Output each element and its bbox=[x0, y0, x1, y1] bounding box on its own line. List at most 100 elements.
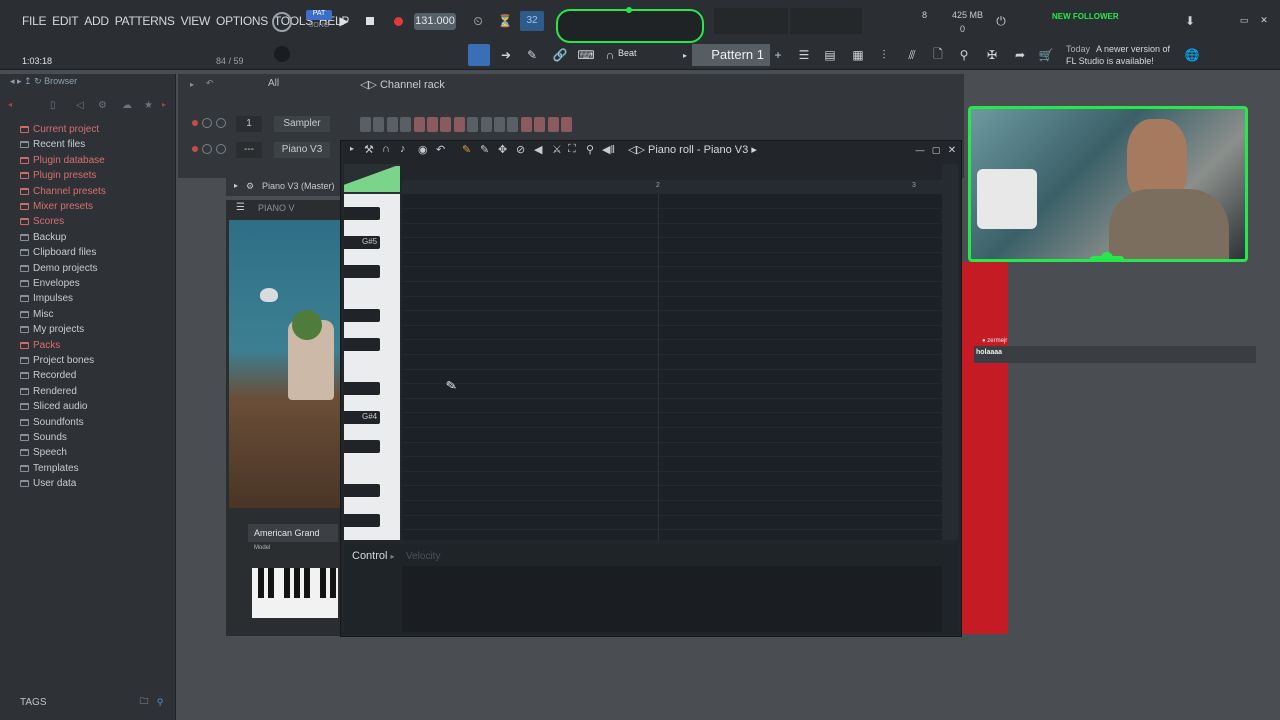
browser-item[interactable]: Rendered bbox=[20, 386, 77, 397]
channel1-name-button[interactable]: Sampler bbox=[274, 116, 330, 132]
browser-item[interactable]: Envelopes bbox=[20, 278, 80, 289]
master-volume-knob[interactable] bbox=[272, 12, 292, 32]
browser-item[interactable]: Impulses bbox=[20, 293, 73, 304]
channel2-pan-knob[interactable] bbox=[202, 144, 212, 154]
preset-selector[interactable]: American Grand bbox=[248, 524, 338, 542]
arrow-left-icon[interactable]: ◂ bbox=[8, 100, 12, 109]
stop-button[interactable] bbox=[362, 12, 378, 30]
news-line2[interactable]: FL Studio is available! bbox=[1066, 56, 1154, 66]
typing-keyboard-button[interactable]: ⌨ bbox=[577, 46, 594, 64]
browser-item[interactable]: Misc bbox=[20, 309, 54, 320]
shop-button[interactable]: 🛒 bbox=[1038, 46, 1054, 64]
menu-file[interactable]: FILE bbox=[22, 14, 46, 28]
copy-icon[interactable]: ▯ bbox=[50, 100, 56, 111]
pr-maximize-button[interactable]: ▢ bbox=[930, 144, 942, 156]
web-button[interactable]: 🌐 bbox=[1184, 46, 1200, 64]
tempo-display[interactable]: 131.000 bbox=[414, 13, 456, 30]
rack-undo-icon[interactable]: ↶ bbox=[206, 78, 214, 89]
tags-search-button[interactable]: ⚲ bbox=[154, 696, 166, 708]
black-key[interactable] bbox=[344, 382, 380, 395]
browser-item[interactable]: Channel presets bbox=[20, 186, 106, 197]
timeline-ruler[interactable]: 2 3 bbox=[402, 180, 942, 194]
channel1-mixer-track[interactable]: 1 bbox=[236, 116, 262, 132]
volume-icon[interactable]: ◁ bbox=[76, 100, 84, 111]
touch-controller-button[interactable]: ✠ bbox=[984, 46, 1000, 64]
browser-item[interactable]: Recent files bbox=[20, 139, 85, 150]
menu-options[interactable]: OPTIONS bbox=[216, 14, 268, 28]
pr-record-icon[interactable]: ◉ bbox=[418, 143, 428, 156]
browser-item[interactable]: Current project bbox=[20, 124, 99, 135]
pr-zoom-icon[interactable]: ⚲ bbox=[586, 143, 594, 156]
pat-mode-button[interactable]: PAT bbox=[306, 10, 332, 20]
tags-folder-button[interactable]: 🗀 bbox=[138, 696, 150, 708]
channel1-mute-led[interactable] bbox=[192, 120, 198, 126]
pr-select-icon[interactable]: ✥ bbox=[498, 143, 507, 156]
pr-play-icon[interactable]: ◀‖ bbox=[602, 143, 615, 156]
browser-item[interactable]: Speech bbox=[20, 447, 67, 458]
browser-item[interactable]: Soundfonts bbox=[20, 417, 84, 428]
add-pattern-button[interactable]: + bbox=[772, 48, 784, 62]
browser-item[interactable]: Scores bbox=[20, 216, 64, 227]
black-key[interactable] bbox=[344, 514, 380, 527]
black-key[interactable] bbox=[344, 440, 380, 453]
menu-view[interactable]: VIEW bbox=[181, 14, 211, 28]
song-mode-button[interactable]: SONG bbox=[306, 22, 332, 32]
pr-magnet-icon[interactable]: ∩ bbox=[382, 143, 390, 155]
play-button[interactable]: ▶ bbox=[336, 12, 352, 30]
step-button[interactable] bbox=[534, 117, 546, 132]
black-key-gs4[interactable]: G#4 bbox=[344, 411, 380, 424]
channel2-vol-knob[interactable] bbox=[216, 144, 226, 154]
channel2-mute-led[interactable] bbox=[192, 146, 198, 152]
step-button[interactable] bbox=[507, 117, 519, 132]
playlist-snap-button[interactable] bbox=[468, 44, 490, 66]
pr-arrow-icon[interactable]: ▸ bbox=[350, 144, 354, 153]
browser-item[interactable]: Clipboard files bbox=[20, 247, 96, 258]
plugin-picker-button[interactable]: ⚲ bbox=[956, 46, 972, 64]
draw-tool-button[interactable]: ✎ bbox=[524, 46, 540, 64]
rack-filter[interactable]: All bbox=[268, 78, 279, 89]
step-button[interactable] bbox=[427, 117, 438, 132]
pr-undo-icon[interactable]: ↶ bbox=[436, 143, 445, 156]
browser-item[interactable]: Recorded bbox=[20, 370, 76, 381]
black-key-gs5[interactable]: G#5 bbox=[344, 236, 380, 249]
pr-note-icon[interactable]: ♪ bbox=[400, 143, 406, 155]
vertical-scrollbar[interactable] bbox=[942, 164, 958, 540]
online-button[interactable]: ⏻ bbox=[992, 12, 1010, 30]
menu-patterns[interactable]: PATTERNS bbox=[115, 14, 175, 28]
minimize-window-button[interactable]: ▭ bbox=[1238, 14, 1250, 26]
step-button[interactable] bbox=[413, 117, 425, 132]
step-button[interactable] bbox=[520, 117, 532, 132]
browser-item[interactable]: Sounds bbox=[20, 432, 67, 443]
channel-settings-button[interactable]: ⫻ bbox=[904, 46, 920, 64]
playlist-button[interactable]: ☰ bbox=[796, 46, 812, 64]
cloud-icon[interactable]: ☁ bbox=[122, 100, 132, 111]
download-button[interactable]: ⬇ bbox=[1182, 12, 1198, 30]
metronome-button[interactable]: ⏲ bbox=[468, 12, 488, 30]
black-key[interactable] bbox=[344, 309, 380, 322]
plugin-menu-icon[interactable]: ☰ bbox=[236, 202, 245, 213]
step-button[interactable] bbox=[467, 117, 479, 132]
channel2-name-button[interactable]: Piano V3 bbox=[274, 142, 330, 158]
plugin-gear-icon[interactable]: ⚙ bbox=[246, 181, 254, 192]
video-player-button[interactable]: ➦ bbox=[1012, 46, 1028, 64]
browser-button[interactable]: 🗋 bbox=[930, 46, 946, 64]
piano-roll-button[interactable]: ▤ bbox=[822, 46, 838, 64]
rack-arrow-icon[interactable]: ▸ bbox=[190, 80, 194, 89]
pr-close-button[interactable]: ✕ bbox=[946, 144, 958, 156]
step-button[interactable] bbox=[480, 117, 492, 132]
browser-item[interactable]: Backup bbox=[20, 232, 66, 243]
star-icon[interactable]: ★ bbox=[144, 100, 153, 111]
channel1-pan-knob[interactable] bbox=[202, 118, 212, 128]
note-grid[interactable] bbox=[402, 194, 942, 540]
master-pitch-knob[interactable] bbox=[274, 46, 290, 62]
step-button[interactable] bbox=[440, 117, 452, 132]
browser-item[interactable]: Project bones bbox=[20, 355, 94, 366]
link-button[interactable]: 🔗 bbox=[552, 46, 568, 64]
browser-item[interactable]: Sliced audio bbox=[20, 401, 87, 412]
record-button[interactable] bbox=[390, 12, 406, 30]
pattern-selector[interactable]: Pattern 1 bbox=[692, 44, 770, 66]
browser-item[interactable]: Demo projects bbox=[20, 263, 97, 274]
pattern-prev-button[interactable]: ▸ bbox=[680, 48, 690, 62]
browser-item[interactable]: Packs bbox=[20, 340, 60, 351]
pr-brush-icon[interactable]: ✎ bbox=[480, 143, 489, 156]
